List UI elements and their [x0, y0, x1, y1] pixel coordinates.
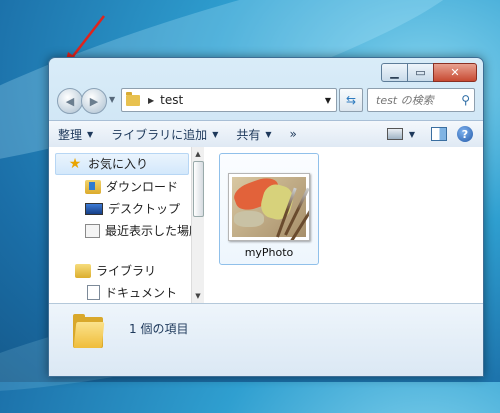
item-count: 1 個の項目: [129, 322, 189, 336]
chevron-down-icon: ▼: [212, 129, 219, 139]
address-dropdown-icon[interactable]: ▼: [325, 96, 331, 105]
nav-libraries[interactable]: ライブラリ: [75, 262, 156, 279]
minimize-button[interactable]: ▁: [381, 63, 408, 82]
star-icon: ★: [68, 155, 82, 172]
breadcrumb-separator-icon[interactable]: ▶: [148, 96, 154, 105]
nav-item-label: ダウンロード: [106, 180, 179, 194]
search-input[interactable]: [374, 92, 458, 108]
forward-button[interactable]: ▶: [81, 88, 107, 114]
navigation-pane: ★ お気に入り ダウンロード デスクトップ 最近表示した場所 ライブラリ: [49, 147, 191, 303]
more-label: »: [289, 127, 297, 141]
chevron-down-icon: ▼: [408, 129, 415, 139]
nav-item-label: デスクトップ: [108, 202, 181, 216]
explorer-body: ★ お気に入り ダウンロード デスクトップ 最近表示した場所 ライブラリ: [49, 147, 483, 303]
back-button[interactable]: ◀: [57, 88, 83, 114]
nav-libraries-label: ライブラリ: [96, 264, 157, 278]
share-menu[interactable]: 共有 ▼: [227, 126, 280, 143]
search-icon[interactable]: ⚲: [461, 93, 470, 107]
include-library-label: ライブラリに追加: [111, 127, 208, 142]
command-bar: 整理 ▼ ライブラリに追加 ▼ 共有 ▼ » ▼ ?: [49, 120, 483, 148]
preview-pane-icon[interactable]: [431, 127, 447, 141]
nav-item-label: 最近表示した場所: [105, 224, 191, 238]
nav-favorites-label: お気に入り: [88, 157, 149, 171]
document-icon: [87, 285, 100, 300]
nav-item-label: ドキュメント: [105, 286, 178, 300]
nav-item-downloads[interactable]: ダウンロード: [85, 178, 178, 195]
folder-icon: [126, 91, 140, 106]
nav-item-recent-places[interactable]: 最近表示した場所: [85, 222, 191, 239]
explorer-window[interactable]: ▁ ▭ ✕ ◀ ▶ ▼ ▶ test ▼ ⇆ ⚲ 整理 ▼ ライブラリに追加 ▼ 共…: [48, 57, 484, 377]
search-box[interactable]: ⚲: [367, 88, 475, 112]
chevron-down-icon: ▼: [265, 129, 272, 139]
breadcrumb-test[interactable]: test: [160, 93, 183, 107]
large-folder-icon: [73, 314, 105, 348]
recent-places-icon: [85, 223, 100, 238]
nav-item-documents[interactable]: ドキュメント: [87, 284, 177, 301]
navigation-bar: ◀ ▶ ▼ ▶ test ▼ ⇆ ⚲: [57, 87, 475, 114]
close-button[interactable]: ✕: [433, 63, 477, 82]
paint-brushes-image-icon: [230, 174, 309, 240]
chevron-down-icon: ▼: [87, 129, 94, 139]
downloads-folder-icon: [85, 179, 101, 194]
desktop-icon: [85, 202, 103, 215]
address-bar[interactable]: ▶ test ▼: [121, 88, 337, 112]
refresh-button[interactable]: ⇆: [339, 88, 363, 112]
more-commands-button[interactable]: »: [281, 127, 306, 141]
change-view-icon[interactable]: [386, 128, 403, 140]
file-list[interactable]: myPhoto: [203, 147, 483, 303]
caption-buttons: ▁ ▭ ✕: [381, 63, 477, 82]
organize-label: 整理: [58, 127, 83, 142]
recent-pages-dropdown-icon[interactable]: ▼: [109, 95, 115, 104]
maximize-button[interactable]: ▭: [407, 63, 434, 82]
nav-favorites[interactable]: ★ お気に入り: [67, 155, 148, 172]
file-item-myphoto[interactable]: myPhoto: [219, 153, 319, 265]
details-pane: 1 個の項目: [49, 303, 483, 376]
help-icon[interactable]: ?: [457, 126, 473, 142]
file-name: myPhoto: [244, 246, 294, 259]
photo-thumbnail: [228, 173, 310, 241]
organize-menu[interactable]: 整理 ▼: [49, 126, 102, 143]
view-options-dropdown[interactable]: ▼: [409, 130, 421, 139]
nav-item-desktop[interactable]: デスクトップ: [85, 200, 180, 217]
library-icon: [75, 263, 91, 278]
share-label: 共有: [236, 127, 261, 142]
include-library-menu[interactable]: ライブラリに追加 ▼: [102, 126, 227, 143]
